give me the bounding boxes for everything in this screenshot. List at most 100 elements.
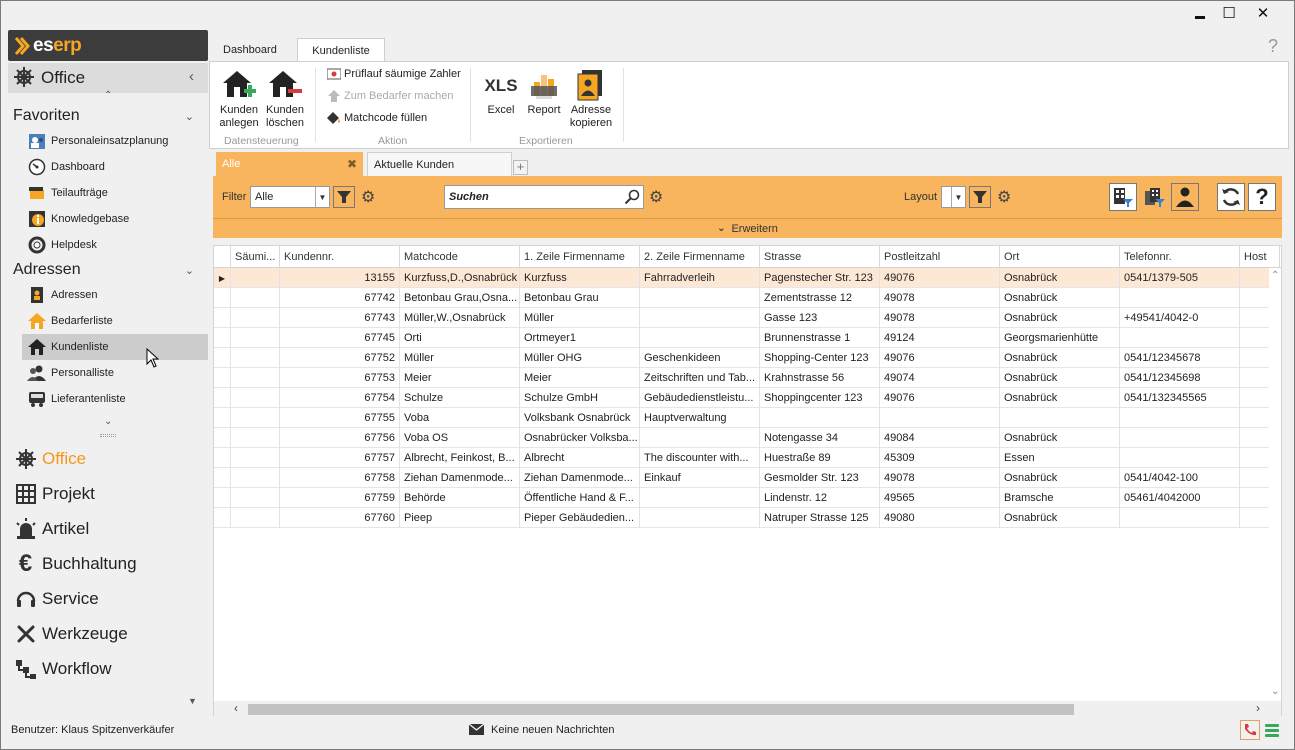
table-cell[interactable]: 49076 (880, 268, 1000, 288)
table-cell[interactable]: Müller OHG (520, 348, 640, 368)
table-cell[interactable]: Betonbau Grau,Osna... (400, 288, 520, 308)
close-window-button[interactable]: ✕ (1248, 2, 1278, 24)
table-cell[interactable]: Albrecht, Feinkost, B... (400, 448, 520, 468)
column-header[interactable]: 2. Zeile Firmenname (640, 246, 760, 268)
splitter-handle[interactable] (100, 434, 116, 437)
table-row[interactable]: 67756 Voba OS Osnabrücker Volksba... Noteng… (214, 428, 1280, 448)
table-cell[interactable]: 49076 (880, 348, 1000, 368)
table-cell[interactable]: Voba OS (400, 428, 520, 448)
tab-kundenliste[interactable]: Kundenliste (297, 38, 385, 62)
layout-settings-gear-icon[interactable]: ⚙ (997, 187, 1011, 207)
vertical-scrollbar[interactable]: ⌃ ⌄ (1269, 268, 1281, 702)
table-cell[interactable]: 67755 (280, 408, 400, 428)
table-cell[interactable] (231, 508, 280, 528)
table-cell[interactable]: Betonbau Grau (520, 288, 640, 308)
table-cell[interactable] (1120, 328, 1240, 348)
table-cell[interactable]: Geschenkideen (640, 348, 760, 368)
zum-bedarfer-button[interactable]: Zum Bedarfer machen (327, 87, 453, 105)
tab-dashboard[interactable]: Dashboard (213, 38, 287, 62)
sidebar-item-adressen[interactable]: Adressen (22, 282, 208, 308)
table-cell[interactable]: 67760 (280, 508, 400, 528)
table-cell[interactable]: Georgsmarienhütte (1000, 328, 1120, 348)
table-cell[interactable]: Müller (520, 308, 640, 328)
table-cell[interactable]: Einkauf (640, 468, 760, 488)
kunden-loeschen-button[interactable]: Kunden löschen (263, 68, 307, 130)
table-cell[interactable]: Osnabrück (1000, 388, 1120, 408)
sidebar-item-knowledgebase[interactable]: Knowledgebase (22, 206, 208, 232)
minimize-button[interactable]: ▬ (1185, 2, 1215, 24)
table-cell[interactable] (231, 468, 280, 488)
table-cell[interactable]: 0541/132345565 (1120, 388, 1240, 408)
table-cell[interactable]: 45309 (880, 448, 1000, 468)
table-row[interactable]: 67758 Ziehan Damenmode... Ziehan Damenmode… (214, 468, 1280, 488)
table-cell[interactable]: Gesmolder Str. 123 (760, 468, 880, 488)
table-cell[interactable]: Behörde (400, 488, 520, 508)
column-header[interactable]: Matchcode (400, 246, 520, 268)
scroll-down-icon[interactable]: ⌄ (104, 416, 112, 427)
table-row[interactable]: 67759 Behörde Öffentliche Hand & F... Linde… (214, 488, 1280, 508)
table-cell[interactable]: 0541/12345698 (1120, 368, 1240, 388)
table-cell[interactable] (1120, 288, 1240, 308)
table-cell[interactable]: Gebäudedienstleistu... (640, 388, 760, 408)
table-cell[interactable]: Müller,W.,Osnabrück (400, 308, 520, 328)
table-cell[interactable]: Meier (520, 368, 640, 388)
search-input[interactable]: Suchen (444, 185, 644, 209)
table-cell[interactable]: Notengasse 34 (760, 428, 880, 448)
table-cell[interactable]: Osnabrück (1000, 428, 1120, 448)
layout-funnel-button[interactable] (969, 186, 991, 208)
sidebar-item-lieferantenliste[interactable]: Lieferantenliste (22, 386, 208, 412)
table-cell[interactable]: Pieper Gebäudedien... (520, 508, 640, 528)
table-cell[interactable] (231, 288, 280, 308)
table-cell[interactable]: Ziehan Damenmode... (400, 468, 520, 488)
table-cell[interactable]: Osnabrück (1000, 508, 1120, 528)
table-cell[interactable]: Ortmeyer1 (520, 328, 640, 348)
table-cell[interactable]: 67752 (280, 348, 400, 368)
column-header[interactable]: 1. Zeile Firmenname (520, 246, 640, 268)
search-icon[interactable] (624, 189, 640, 205)
table-cell[interactable]: 67758 (280, 468, 400, 488)
column-header[interactable]: Postleitzahl (880, 246, 1000, 268)
scroll-up-icon[interactable]: ⌃ (1271, 270, 1279, 281)
matchcode-button[interactable]: Matchcode füllen (327, 109, 427, 127)
table-cell[interactable]: Brunnenstrasse 1 (760, 328, 880, 348)
table-cell[interactable]: Kurzfuss,D.,Osnabrück (400, 268, 520, 288)
table-cell[interactable]: Hauptverwaltung (640, 408, 760, 428)
table-cell[interactable] (640, 308, 760, 328)
table-cell[interactable]: 67742 (280, 288, 400, 308)
table-row[interactable]: 67760 Pieep Pieper Gebäudedien... Natruper … (214, 508, 1280, 528)
person-filter-button[interactable] (1171, 183, 1199, 211)
table-cell[interactable]: 67743 (280, 308, 400, 328)
table-cell[interactable]: Essen (1000, 448, 1120, 468)
table-cell[interactable]: Pieep (400, 508, 520, 528)
refresh-button[interactable] (1217, 183, 1245, 211)
table-cell[interactable]: 67754 (280, 388, 400, 408)
module-office[interactable]: Office (13, 443, 208, 475)
table-cell[interactable]: Fahrradverleih (640, 268, 760, 288)
add-tab-button[interactable]: + (513, 160, 528, 175)
module-werkzeuge[interactable]: Werkzeuge (13, 618, 208, 650)
table-cell[interactable]: 67745 (280, 328, 400, 348)
sidebar-item-personaleinsatzplanung[interactable]: Personaleinsatzplanung (22, 128, 208, 154)
table-cell[interactable]: Shopping-Center 123 (760, 348, 880, 368)
table-cell[interactable] (231, 448, 280, 468)
tab-alle[interactable]: Alle ✖ (216, 152, 363, 176)
table-row[interactable]: 67742 Betonbau Grau,Osna... Betonbau Grau Z… (214, 288, 1280, 308)
table-cell[interactable] (231, 368, 280, 388)
phone-button[interactable] (1240, 720, 1260, 740)
table-cell[interactable]: Orti (400, 328, 520, 348)
scroll-left-icon[interactable]: ‹ (234, 701, 238, 715)
table-cell[interactable]: Albrecht (520, 448, 640, 468)
pruflauf-button[interactable]: Prüflauf säumige Zahler (327, 65, 461, 83)
table-cell[interactable]: Zeitschriften und Tab... (640, 368, 760, 388)
buildings-filter-button[interactable] (1141, 183, 1169, 211)
table-cell[interactable] (760, 408, 880, 428)
table-row[interactable]: 67755 Voba Volksbank Osnabrück Hauptverwalt… (214, 408, 1280, 428)
filter-settings-gear-icon[interactable]: ⚙ (361, 187, 375, 207)
module-workflow[interactable]: Workflow (13, 653, 208, 685)
table-cell[interactable] (231, 268, 280, 288)
table-cell[interactable]: Osnabrück (1000, 468, 1120, 488)
table-cell[interactable]: Müller (400, 348, 520, 368)
table-cell[interactable] (231, 428, 280, 448)
report-button[interactable]: Report (525, 68, 563, 117)
scroll-right-icon[interactable]: › (1256, 701, 1260, 715)
